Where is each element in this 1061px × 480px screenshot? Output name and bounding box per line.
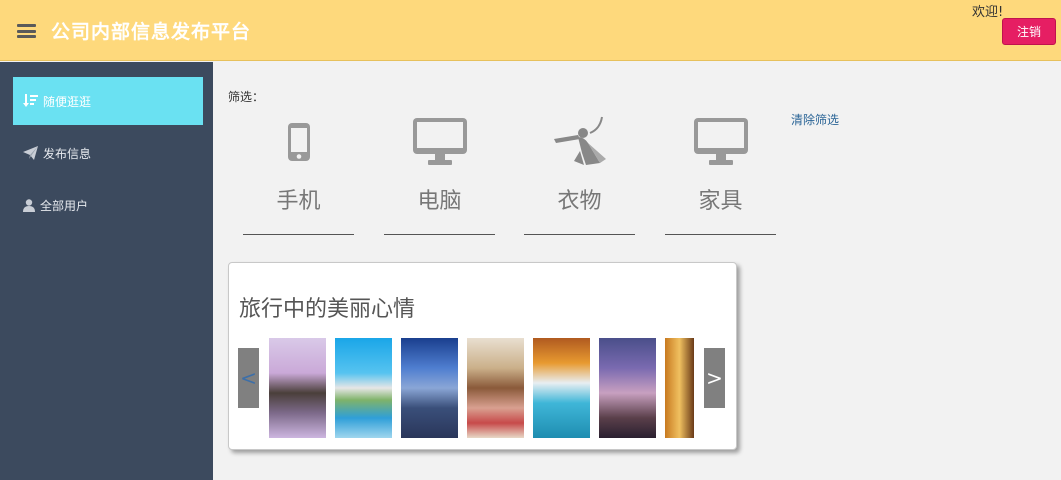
send-icon	[23, 146, 38, 160]
sidebar: 随便逛逛 发布信息 全部用户	[0, 62, 213, 480]
carousel-next-button[interactable]: >	[704, 348, 725, 408]
divider	[384, 234, 495, 235]
divider	[665, 234, 776, 235]
sort-down-icon	[23, 94, 38, 107]
hamburger-menu-icon[interactable]	[17, 24, 36, 38]
divider	[524, 234, 635, 235]
clear-filter-link[interactable]: 清除筛选	[791, 111, 839, 128]
thumbnail-village[interactable]	[467, 338, 524, 438]
thumbnail-rocks[interactable]	[401, 338, 458, 438]
divider	[243, 234, 354, 235]
carousel-prev-button[interactable]: <	[238, 348, 259, 408]
category-label: 衣物	[557, 189, 602, 214]
sidebar-item-label: 发布信息	[43, 146, 92, 161]
thumbnail-windmill[interactable]	[269, 338, 326, 438]
filter-label: 筛选：	[228, 90, 265, 104]
thumbnail-sunset[interactable]	[665, 338, 694, 438]
card-title: 旅行中的美丽心情	[239, 297, 416, 322]
category-label: 家具	[698, 189, 743, 214]
clothes-icon	[553, 116, 606, 165]
thumbnail-coast[interactable]	[335, 338, 392, 438]
mobile-icon	[287, 123, 310, 161]
app-title: 公司内部信息发布平台	[51, 21, 252, 43]
sidebar-item-publish[interactable]: 发布信息	[13, 129, 203, 177]
thumbnail-strip	[269, 338, 694, 438]
logout-button[interactable]: 注销	[1002, 18, 1056, 45]
sidebar-item-label: 随便逛逛	[43, 94, 92, 109]
travel-card: 旅行中的美丽心情 < >	[228, 262, 737, 450]
thumbnail-bridge[interactable]	[599, 338, 656, 438]
category-label: 电脑	[417, 189, 462, 214]
category-clothes[interactable]: 衣物	[524, 112, 635, 236]
thumbnail-waterfall[interactable]	[533, 338, 590, 438]
sidebar-item-browse[interactable]: 随便逛逛	[13, 77, 203, 125]
category-phone[interactable]: 手机	[243, 112, 354, 236]
category-label: 手机	[276, 189, 321, 214]
category-furniture[interactable]: 家具	[665, 112, 776, 236]
welcome-text: 欢迎!	[972, 5, 1004, 20]
sidebar-item-label: 全部用户	[40, 198, 89, 213]
sidebar-item-users[interactable]: 全部用户	[13, 181, 203, 229]
user-icon	[23, 198, 35, 212]
top-bar: 公司内部信息发布平台 欢迎! 注销	[0, 0, 1061, 61]
category-computer[interactable]: 电脑	[384, 112, 495, 236]
monitor-icon	[412, 118, 467, 165]
monitor-icon	[693, 118, 748, 165]
